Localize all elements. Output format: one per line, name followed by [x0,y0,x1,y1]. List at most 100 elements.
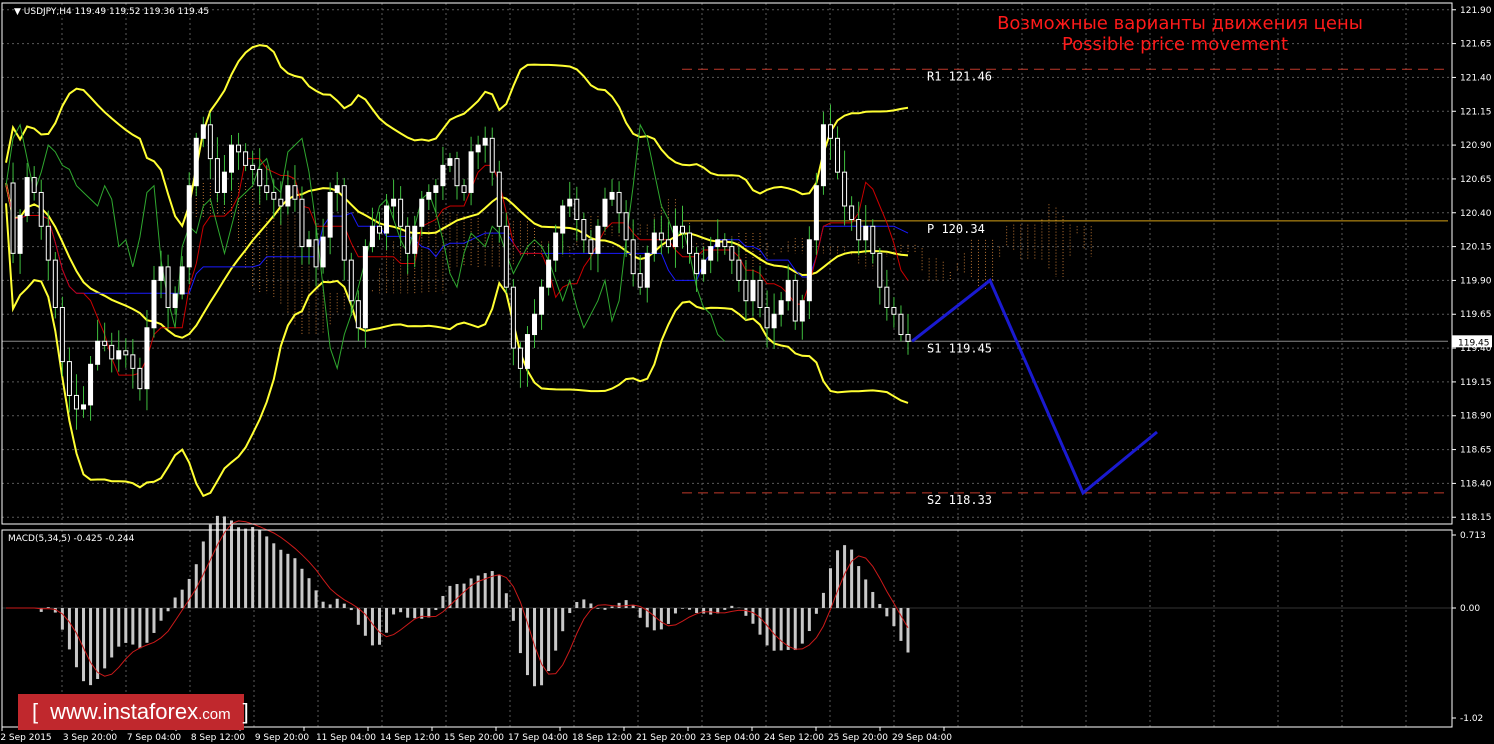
candle-body [454,158,460,187]
kijun-line [5,182,909,294]
candle-body [503,225,509,288]
macd-bar [575,601,579,608]
macd-label: MACD(5,34,5) -0.425 -0.244 [8,534,135,544]
candle-body [45,225,51,261]
macd-bar [244,528,248,608]
candle-body [658,232,664,241]
candle-body [736,259,742,281]
macd-bar [251,527,255,608]
indicator-lines [5,44,909,498]
time-tick-label: 2 Sep 2015 [0,733,51,743]
level-label-r1: R1 121.46 [927,69,992,83]
candle-body [179,266,185,295]
time-tick-label: 9 Sep 20:00 [255,733,310,743]
candle-body [405,225,411,254]
macd-bar [67,608,71,650]
macd-bar [335,598,339,608]
candle-body [778,300,784,315]
candle-body [835,137,841,173]
macd-bar [702,608,706,614]
time-tick-label: 25 Sep 20:00 [828,733,888,743]
candle-body [151,279,157,329]
macd-bar [885,608,889,617]
candle-body [447,158,453,166]
candle-body [109,344,115,360]
macd-bar [377,608,381,645]
candle-body [574,198,580,221]
macd-bar [293,558,297,608]
macd-bar [124,608,128,643]
candle-body [827,124,833,139]
price-tick-label: 118.15 [1460,513,1492,523]
macd-bar [631,605,635,608]
time-tick-label: 23 Sep 04:00 [700,733,760,743]
candle-body [849,205,855,221]
level-label-s1: S1 119.45 [927,341,992,355]
candle-body [517,347,523,369]
macd-bar [476,575,480,608]
macd-bar [89,608,93,686]
candle-body [214,158,220,193]
candle-body [792,279,798,322]
macd-bar [131,608,135,645]
macd-bar [864,579,868,608]
macd-bar [117,608,121,647]
logo-bracket-close: ] [242,699,249,724]
macd-bar [511,608,515,621]
macd-bar [878,604,882,608]
macd-bar [60,608,64,630]
candle-body [651,232,657,254]
candle-body [581,219,587,241]
macd-bar [786,608,790,650]
candle-body [468,151,474,193]
candle-body [799,300,805,322]
candle-body [355,300,361,329]
candle-body [172,293,178,308]
candle-body [680,225,685,234]
candle-body [729,246,735,261]
candle-body [426,191,432,200]
macd-bar [152,608,156,633]
candle-body [320,236,326,268]
forecast-line [911,278,1158,496]
macd-bar [525,608,529,676]
macd-bar [434,608,438,611]
axes: 121.90 121.65 121.40 121.15 120.90 120.65 120.… [0,2,1492,743]
macd-tick-label: -1.02 [1460,714,1483,724]
macd-bar [145,608,149,643]
candle-body [102,340,108,346]
price-tick-label: 118.65 [1460,446,1492,456]
candle-body [891,306,897,315]
candle-body [285,185,291,207]
macd-bar [138,608,142,649]
macd-bar [159,608,163,621]
macd-bar [279,549,283,608]
macd-bar [173,597,177,608]
candle-body [81,404,87,410]
macd-bar [906,608,910,653]
candle-body [186,185,192,268]
price-chart[interactable]: R1 121.46 P 120.34 S1 119.45 S2 118.33 121.… [0,0,1494,744]
candle-body [475,144,481,153]
macd-bar [441,595,445,608]
candle-body [299,198,305,248]
candle-body [532,313,538,336]
macd-signal-line [6,520,909,677]
logo-bracket-open: [ [32,699,39,724]
time-tick-label: 24 Sep 12:00 [764,733,824,743]
macd-bar [617,602,621,608]
candle-body [898,313,904,336]
candle-body [24,177,30,216]
macd-bar [504,593,508,608]
macd-bar [610,606,614,608]
candle-body [856,219,862,241]
candle-body [806,239,812,302]
price-tick-label: 118.40 [1460,479,1492,489]
candle-body [694,252,700,275]
candle-body [313,239,319,268]
macd-bar [892,608,896,627]
macd-bar [307,578,311,608]
macd-bar [455,584,459,608]
candle-body [637,273,643,288]
candle-body [510,286,516,349]
